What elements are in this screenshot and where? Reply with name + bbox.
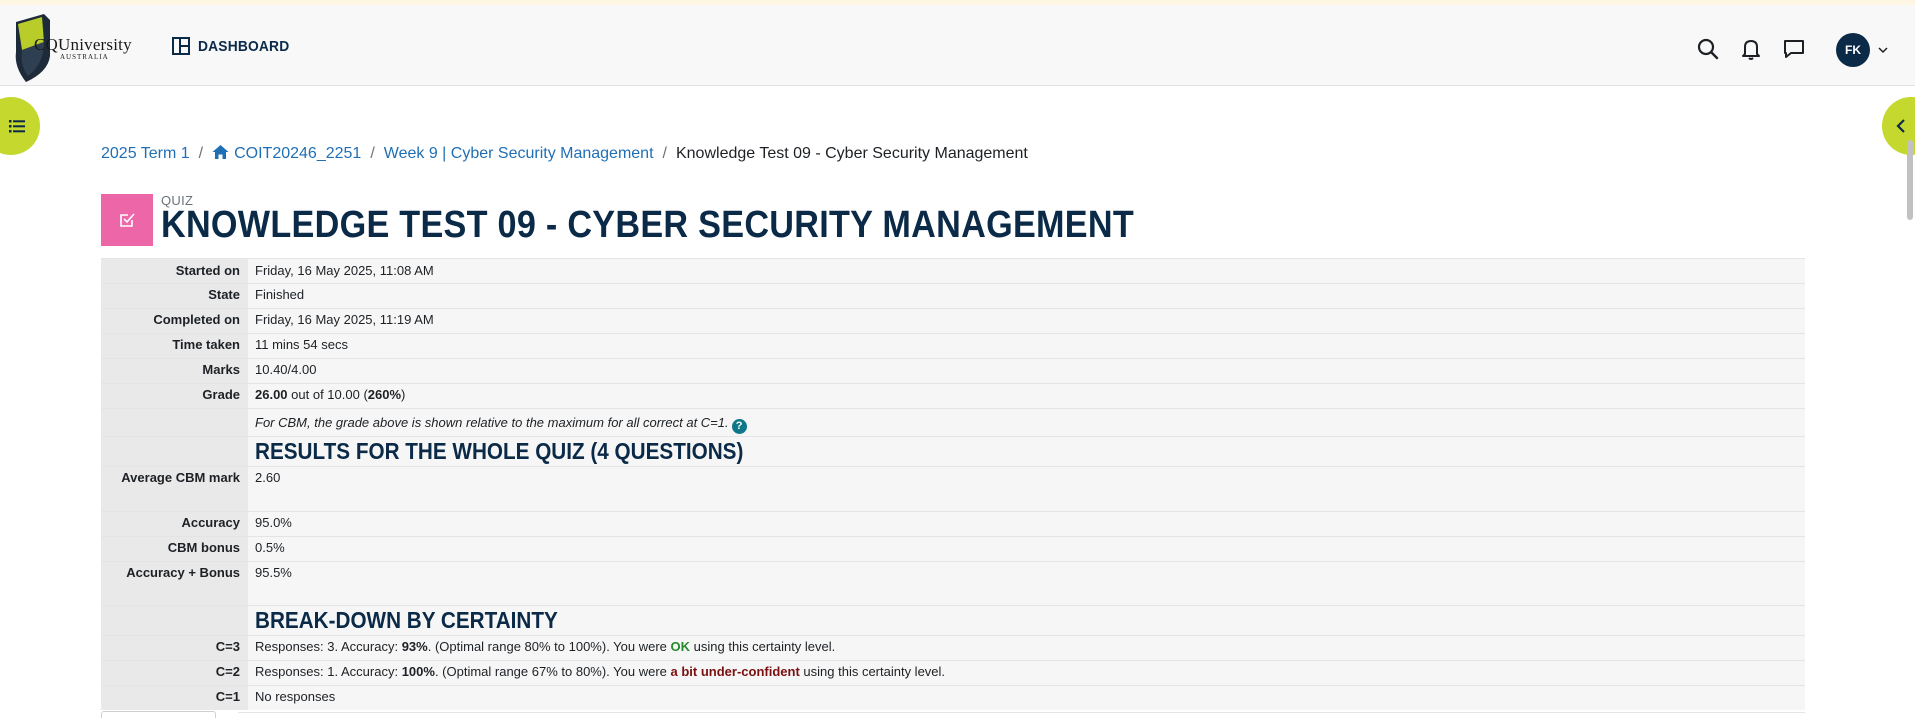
grade-out-of: out of 10.00 ( [287, 387, 368, 402]
summary-row-marks: Marks 10.40/4.00 [101, 358, 1805, 384]
breadcrumb-separator: / [370, 144, 375, 162]
grade-percent: 260% [367, 387, 402, 402]
help-icon[interactable]: ? [731, 419, 747, 434]
breadcrumb-separator: / [198, 144, 204, 162]
row-label: Started on [101, 258, 248, 284]
row-value: Friday, 16 May 2025, 11:19 AM [248, 308, 1805, 334]
breadcrumb-week[interactable]: Week 9 | Cyber Security Management [384, 145, 654, 163]
c2-range: . (Optimal range 67% to 80%). You were [434, 664, 671, 679]
chat-icon [1784, 40, 1804, 58]
messages-button[interactable] [1782, 37, 1806, 61]
chevron-down-icon[interactable] [1878, 45, 1888, 55]
row-value: Finished [248, 283, 1805, 309]
summary-row-results-heading: RESULTS FOR THE WHOLE QUIZ (4 QUESTIONS) [101, 436, 1805, 467]
c2-text: Responses: 1. Accuracy: [255, 664, 402, 679]
row-label: Completed on [101, 308, 248, 334]
quiz-review-summary: Started on Friday, 16 May 2025, 11:08 AM… [101, 258, 1805, 710]
c3-verdict: OK [670, 639, 691, 654]
row-value: Friday, 16 May 2025, 11:08 AM [248, 258, 1805, 284]
breadcrumb-term[interactable]: 2025 Term 1 [101, 145, 190, 163]
c2-tail: using this certainty level. [799, 664, 946, 679]
c3-accuracy: 93% [401, 639, 428, 654]
summary-row-completed: Completed on Friday, 16 May 2025, 11:19 … [101, 308, 1805, 334]
content-divider [238, 712, 1805, 713]
dashboard-label: DASHBOARD [198, 37, 290, 55]
row-label: Average CBM mark [101, 466, 248, 512]
row-label: CBM bonus [101, 536, 248, 562]
row-value: 95.0% [248, 511, 1805, 537]
notifications-button[interactable] [1739, 37, 1763, 61]
row-label: Grade [101, 383, 248, 409]
row-label: Marks [101, 358, 248, 384]
page-scrollbar[interactable] [1907, 140, 1913, 220]
search-icon [1697, 38, 1719, 60]
summary-row-average-cbm: Average CBM mark 2.60 [101, 466, 1805, 512]
row-label: Time taken [101, 333, 248, 359]
dashboard-grid-icon [172, 37, 190, 55]
summary-row-state: State Finished [101, 283, 1805, 309]
row-label: C=1 [101, 685, 248, 710]
summary-row-cbm-bonus: CBM bonus 0.5% [101, 536, 1805, 562]
page-title: KNOWLEDGE TEST 09 - CYBER SECURITY MANAG… [161, 204, 1134, 246]
summary-row-accuracy-bonus: Accuracy + Bonus 95.5% [101, 561, 1805, 606]
summary-row-breakdown-heading: BREAK-DOWN BY CERTAINTY [101, 605, 1805, 636]
breadcrumb-current: Knowledge Test 09 - Cyber Security Manag… [675, 144, 1028, 162]
summary-row-grade: Grade 26.00 out of 10.00 (260%) [101, 383, 1805, 409]
course-index-toggle[interactable] [0, 97, 40, 155]
bell-icon [1742, 40, 1760, 60]
top-navbar: CQUniversity AUSTRALIA DASHBOARD FK [0, 5, 1915, 86]
row-value: 26.00 out of 10.00 (260%) [248, 383, 1805, 409]
row-label: Accuracy + Bonus [101, 561, 248, 606]
c2-verdict: a bit under-confident [670, 664, 800, 679]
breadcrumb: 2025 Term 1 / COIT20246_2251 / Week 9 | … [101, 144, 1028, 163]
cbm-note: For CBM, the grade above is shown relati… [255, 415, 729, 430]
row-value: RESULTS FOR THE WHOLE QUIZ (4 QUESTIONS) [248, 436, 1805, 467]
summary-row-c2: C=2 Responses: 1. Accuracy: 100%. (Optim… [101, 660, 1805, 686]
grade-score: 26.00 [255, 387, 288, 402]
row-value: For CBM, the grade above is shown relati… [248, 408, 1805, 437]
breakdown-heading: BREAK-DOWN BY CERTAINTY [255, 607, 558, 633]
summary-row-c3: C=3 Responses: 3. Accuracy: 93%. (Optima… [101, 635, 1805, 661]
row-label: C=2 [101, 660, 248, 686]
row-label-empty [101, 436, 248, 467]
c3-text: Responses: 3. Accuracy: [255, 639, 402, 654]
c2-accuracy: 100% [401, 664, 435, 679]
row-value: No responses [248, 685, 1805, 710]
checkbox-icon [120, 213, 135, 227]
row-value: Responses: 1. Accuracy: 100%. (Optimal r… [248, 660, 1805, 686]
summary-row-cbm-note: For CBM, the grade above is shown relati… [101, 408, 1805, 437]
user-avatar[interactable]: FK [1836, 33, 1870, 67]
home-icon [212, 145, 229, 159]
breadcrumb-course-label: COIT20246_2251 [234, 145, 362, 162]
results-heading: RESULTS FOR THE WHOLE QUIZ (4 QUESTIONS) [255, 438, 744, 464]
breadcrumb-course[interactable]: COIT20246_2251 [212, 144, 361, 163]
row-label-empty [101, 605, 248, 636]
row-value: BREAK-DOWN BY CERTAINTY [248, 605, 1805, 636]
list-icon [9, 120, 25, 133]
logo-wordmark: CQUniversity [34, 35, 132, 54]
row-value: 95.5% [248, 561, 1805, 606]
row-label: State [101, 283, 248, 309]
grade-close: ) [401, 387, 406, 402]
row-value: 10.40/4.00 [248, 358, 1805, 384]
breadcrumb-separator: / [662, 144, 667, 162]
university-logo[interactable]: CQUniversity AUSTRALIA [14, 12, 134, 84]
c3-range: . (Optimal range 80% to 100%). You were [427, 639, 671, 654]
row-value: Responses: 3. Accuracy: 93%. (Optimal ra… [248, 635, 1805, 661]
row-value: 11 mins 54 secs [248, 333, 1805, 359]
dashboard-link[interactable]: DASHBOARD [172, 37, 297, 55]
chevron-left-icon [1896, 119, 1905, 133]
row-value: 0.5% [248, 536, 1805, 562]
row-label: Accuracy [101, 511, 248, 537]
summary-row-started: Started on Friday, 16 May 2025, 11:08 AM [101, 258, 1805, 284]
summary-row-time-taken: Time taken 11 mins 54 secs [101, 333, 1805, 359]
row-value: 2.60 [248, 466, 1805, 512]
c3-tail: using this certainty level. [690, 639, 836, 654]
search-button[interactable] [1696, 37, 1720, 61]
quiz-activity-icon [101, 194, 153, 246]
summary-row-accuracy: Accuracy 95.0% [101, 511, 1805, 537]
row-label-empty [101, 408, 248, 437]
summary-row-c1: C=1 No responses [101, 685, 1805, 710]
row-label: C=3 [101, 635, 248, 661]
